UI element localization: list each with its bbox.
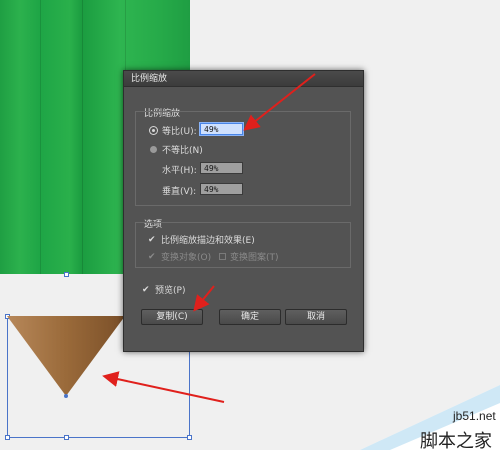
watermark-name: 脚本之家 [420,431,492,450]
arrow-to-pencil-tip [102,371,225,403]
watermark-site: jb51.net [453,409,496,423]
arrow-to-copy-button [193,285,215,312]
arrow-to-uniform-field [243,73,316,131]
annotation-arrows [102,73,316,403]
